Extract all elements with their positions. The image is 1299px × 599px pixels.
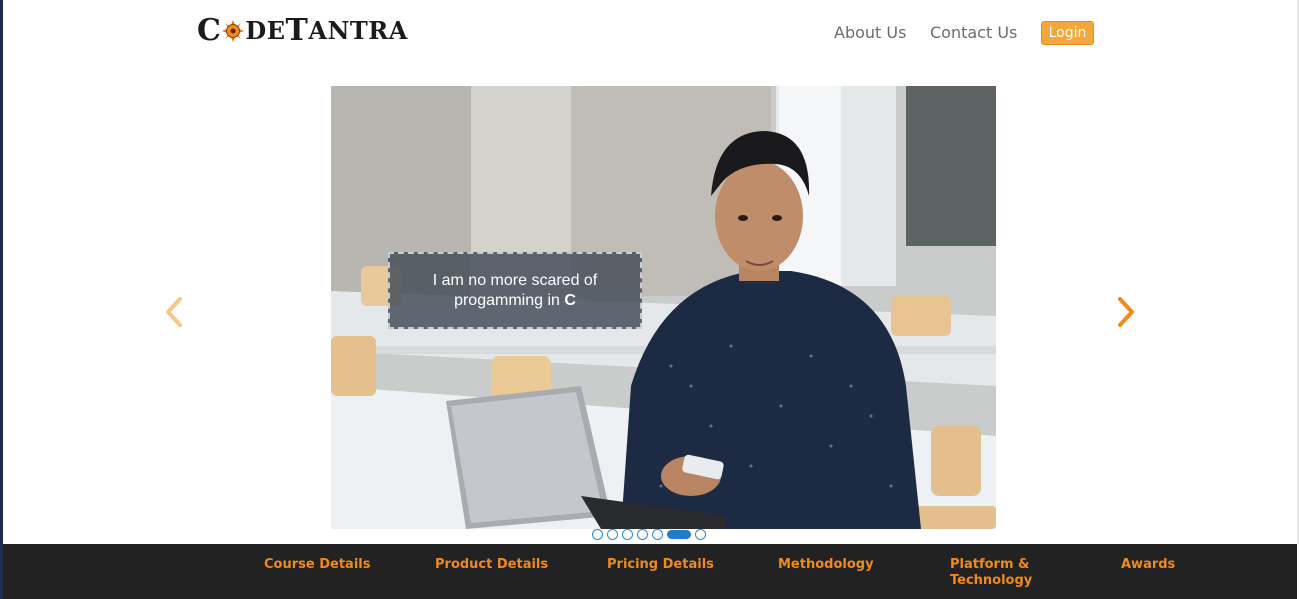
carousel-pagination (592, 529, 706, 540)
logo-letter-c: C (197, 12, 222, 48)
sun-gear-icon (222, 20, 245, 42)
caption-line-1: I am no more scared of (432, 271, 598, 289)
carousel-dot-2[interactable] (607, 529, 618, 540)
caption-line-2: progamming in C (454, 291, 576, 311)
footer-link-product-details[interactable]: Product Details (435, 557, 548, 573)
footer-link-platform-technology[interactable]: Platform & Technology (950, 557, 1050, 589)
chevron-left-icon[interactable] (164, 296, 184, 328)
codetantra-logo[interactable]: C DE T ANTRA (197, 12, 408, 48)
nav-about-us[interactable]: About Us (834, 23, 906, 42)
carousel-dot-7[interactable] (695, 529, 706, 540)
carousel-dot-3[interactable] (622, 529, 633, 540)
logo-letter-t: T (285, 12, 309, 48)
chevron-right-icon[interactable] (1116, 296, 1136, 328)
footer-nav-bar: Course Details Product Details Pricing D… (3, 544, 1297, 599)
caption-highlight: C (564, 291, 576, 309)
caption-line-2-text: progamming in (454, 291, 565, 309)
carousel-dot-5[interactable] (652, 529, 663, 540)
slide-caption: I am no more scared of progamming in C (388, 252, 642, 329)
login-button[interactable]: Login (1041, 21, 1094, 45)
logo-text-antra: ANTRA (308, 15, 408, 45)
logo-text-de: DE (245, 15, 286, 45)
footer-link-awards[interactable]: Awards (1121, 557, 1175, 573)
carousel-dot-6-active[interactable] (667, 530, 691, 539)
footer-link-course-details[interactable]: Course Details (264, 557, 370, 573)
carousel-dot-4[interactable] (637, 529, 648, 540)
window-left-edge (0, 0, 3, 599)
footer-link-methodology[interactable]: Methodology (778, 557, 874, 573)
footer-link-pricing-details[interactable]: Pricing Details (607, 557, 714, 573)
nav-contact-us[interactable]: Contact Us (930, 23, 1017, 42)
carousel-dot-1[interactable] (592, 529, 603, 540)
